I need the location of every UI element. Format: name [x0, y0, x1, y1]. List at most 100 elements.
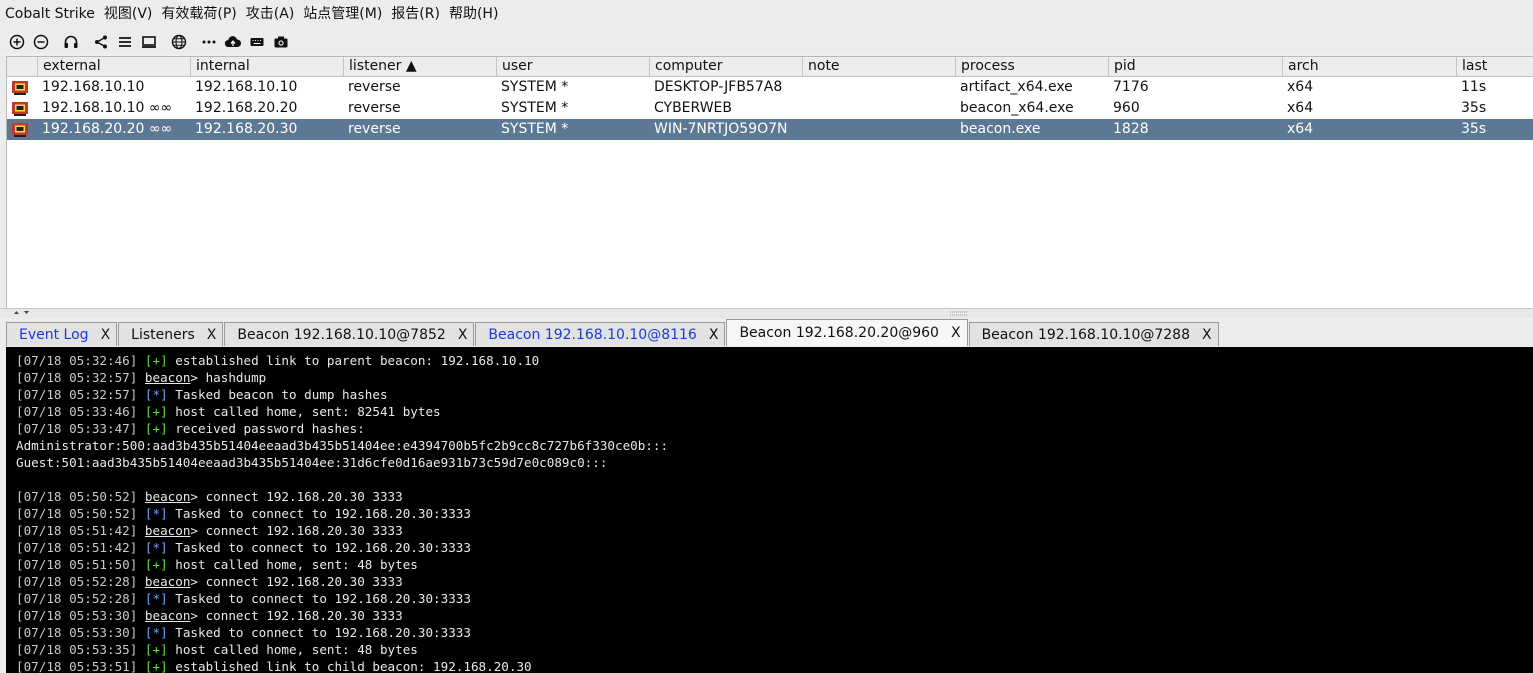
tab-label: Listeners: [131, 326, 195, 343]
column-last[interactable]: last: [1456, 57, 1532, 76]
console-prompt: beacon: [144, 370, 191, 385]
add-icon[interactable]: [5, 31, 29, 53]
tab-label: Beacon 192.168.10.10@7288: [981, 326, 1190, 343]
console-tag: [+]: [144, 421, 168, 436]
splitter-grip-icon[interactable]: [949, 309, 969, 318]
console-line: [07/18 05:52:28] beacon> connect 192.168…: [16, 573, 1533, 590]
cloud-upload-icon[interactable]: [221, 31, 245, 53]
column-arch[interactable]: arch: [1282, 57, 1456, 76]
column-listener[interactable]: listener ▲: [343, 57, 496, 76]
console-line: [07/18 05:52:28] [*] Tasked to connect t…: [16, 590, 1533, 607]
table-row[interactable]: 192.168.20.20 ∞∞ 192.168.20.30 reverse SYST…: [7, 119, 1533, 140]
console-line: [07/18 05:51:42] beacon> connect 192.168…: [16, 522, 1533, 539]
cell-process: beacon.exe: [960, 121, 1041, 137]
console-line: [07/18 05:53:51] [+] established link to…: [16, 658, 1533, 673]
menu-cobalt-strike[interactable]: Cobalt Strike: [0, 0, 99, 29]
console-timestamp: [07/18 05:51:42]: [16, 540, 138, 555]
console-text: host called home, sent: 48 bytes: [167, 642, 418, 657]
console-text: > hashdump: [190, 370, 267, 385]
console-text: > connect 192.168.20.30 3333: [190, 608, 403, 623]
beacon-computer-icon: [7, 98, 37, 119]
collapse-arrows-icon[interactable]: [10, 309, 40, 318]
console-text: > connect 192.168.20.30 3333: [190, 523, 403, 538]
cell-computer: CYBERWEB: [654, 100, 732, 116]
headphones-icon[interactable]: [59, 31, 83, 53]
menu-payloads[interactable]: 有效载荷(P): [156, 0, 240, 29]
globe-icon[interactable]: [167, 31, 191, 53]
tab-event-log[interactable]: Event Log X: [6, 322, 118, 346]
cell-user: SYSTEM *: [501, 79, 569, 95]
console-line: [07/18 05:32:57] [*] Tasked beacon to du…: [16, 386, 1533, 403]
column-pid[interactable]: pid: [1108, 57, 1282, 76]
console-text: host called home, sent: 48 bytes: [167, 557, 418, 572]
console-tag: [+]: [144, 642, 168, 657]
pane-splitter[interactable]: [0, 308, 1533, 318]
beacon-table: external internal listener ▲ user comput…: [6, 56, 1533, 309]
tab-beacon-192-168-20-20-960[interactable]: Beacon 192.168.20.20@960 X: [726, 319, 968, 346]
toolbar: [0, 29, 1533, 54]
menu-reporting[interactable]: 报告(R): [386, 0, 444, 29]
console-timestamp: [07/18 05:53:35]: [16, 642, 138, 657]
console-timestamp: [07/18 05:32:46]: [16, 353, 138, 368]
close-icon[interactable]: X: [207, 327, 217, 343]
console-timestamp: [07/18 05:33:47]: [16, 421, 138, 436]
menu-attacks[interactable]: 攻击(A): [241, 0, 299, 29]
column-process[interactable]: process: [955, 57, 1108, 76]
beacon-computer-icon: [7, 77, 37, 98]
cell-process: beacon_x64.exe: [960, 100, 1074, 116]
close-icon[interactable]: X: [951, 325, 961, 341]
keyboard-icon[interactable]: [245, 31, 269, 53]
column-note[interactable]: note: [802, 57, 955, 76]
console-timestamp: [07/18 05:50:52]: [16, 489, 138, 504]
cell-last: 35s: [1461, 100, 1487, 116]
menu-help[interactable]: 帮助(H): [444, 0, 502, 29]
close-icon[interactable]: X: [709, 327, 719, 343]
menu-site-management[interactable]: 站点管理(M): [298, 0, 386, 29]
console-prompt: beacon: [144, 574, 191, 589]
cell-pid: 1828: [1113, 121, 1149, 137]
column-internal[interactable]: internal: [190, 57, 343, 76]
cell-last: 11s: [1461, 79, 1487, 95]
list-icon[interactable]: [113, 31, 137, 53]
close-icon[interactable]: X: [101, 327, 111, 343]
cell-note: [802, 98, 955, 119]
table-body: 192.168.10.10 192.168.10.10 reverse SYSTEM …: [7, 77, 1533, 140]
camera-icon[interactable]: [269, 31, 293, 53]
tab-beacon-192-168-10-10-7288[interactable]: Beacon 192.168.10.10@7288 X: [968, 322, 1219, 346]
tab-beacon-192-168-10-10-7852[interactable]: Beacon 192.168.10.10@7852 X: [224, 322, 475, 346]
close-icon[interactable]: X: [458, 327, 468, 343]
console-line: [07/18 05:33:46] [+] host called home, s…: [16, 403, 1533, 420]
column-computer[interactable]: computer: [649, 57, 802, 76]
tab-beacon-192-168-10-10-8116[interactable]: Beacon 192.168.10.10@8116 X: [475, 322, 726, 346]
dots-icon[interactable]: [197, 31, 221, 53]
console-tag: [*]: [144, 591, 168, 606]
cell-external: 192.168.10.10: [42, 79, 145, 95]
close-icon[interactable]: X: [1202, 327, 1212, 343]
console-timestamp: [07/18 05:52:28]: [16, 574, 138, 589]
menu-view[interactable]: 视图(V): [99, 0, 157, 29]
table-row[interactable]: 192.168.10.10 192.168.10.10 reverse SYSTEM …: [7, 77, 1533, 98]
beacon-console[interactable]: [07/18 05:32:46] [+] established link to…: [6, 347, 1533, 673]
console-tag: [*]: [144, 506, 168, 521]
console-timestamp: [07/18 05:50:52]: [16, 506, 138, 521]
table-header: external internal listener ▲ user comput…: [7, 57, 1533, 77]
console-timestamp: [07/18 05:52:28]: [16, 591, 138, 606]
console-tag: [+]: [144, 404, 168, 419]
remove-icon[interactable]: [29, 31, 53, 53]
cell-pid: 960: [1113, 100, 1140, 116]
cell-listener: reverse: [348, 79, 401, 95]
share-icon[interactable]: [89, 31, 113, 53]
cell-listener: reverse: [348, 121, 401, 137]
cell-user: SYSTEM *: [501, 121, 569, 137]
table-row[interactable]: 192.168.10.10 ∞∞ 192.168.20.20 reverse SYST…: [7, 98, 1533, 119]
tab-listeners[interactable]: Listeners X: [118, 322, 224, 346]
screen-icon[interactable]: [137, 31, 161, 53]
cell-user: SYSTEM *: [501, 100, 569, 116]
tab-label: Event Log: [19, 326, 89, 343]
column-user[interactable]: user: [496, 57, 649, 76]
cell-last: 35s: [1461, 121, 1487, 137]
console-line: [07/18 05:33:47] [+] received password h…: [16, 420, 1533, 437]
console-text: > connect 192.168.20.30 3333: [190, 574, 403, 589]
console-timestamp: [07/18 05:32:57]: [16, 370, 138, 385]
column-external[interactable]: external: [37, 57, 190, 76]
